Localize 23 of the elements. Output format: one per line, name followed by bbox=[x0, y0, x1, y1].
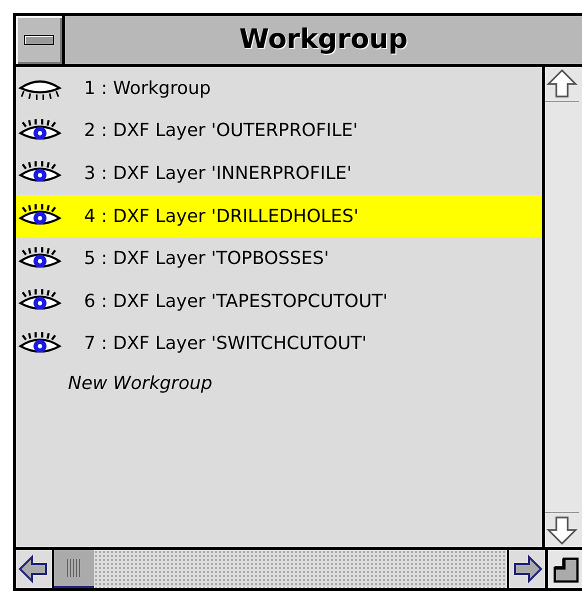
vertical-scrollbar[interactable] bbox=[542, 67, 582, 547]
layer-row[interactable]: 1 : Workgroup bbox=[16, 67, 542, 110]
layer-label: 6 : DXF Layer 'TAPESTOPCUTOUT' bbox=[84, 290, 388, 312]
layer-row[interactable]: 3 : DXF Layer 'INNERPROFILE' bbox=[16, 152, 542, 195]
layer-row[interactable]: 7 : DXF Layer 'SWITCHCUTOUT' bbox=[16, 322, 542, 366]
close-button[interactable] bbox=[16, 16, 65, 64]
layer-row[interactable]: 6 : DXF Layer 'TAPESTOPCUTOUT' bbox=[16, 280, 542, 323]
horizontal-scrollbar[interactable] bbox=[16, 550, 545, 588]
layer-label: 3 : DXF Layer 'INNERPROFILE' bbox=[84, 162, 352, 184]
layer-label: 2 : DXF Layer 'OUTERPROFILE' bbox=[84, 120, 358, 142]
window-title: Workgroup bbox=[238, 23, 409, 57]
layer-label: 7 : DXF Layer 'SWITCHCUTOUT' bbox=[84, 333, 367, 354]
new-workgroup-item[interactable]: New Workgroup bbox=[68, 373, 212, 394]
layer-row[interactable]: 4 : DXF Layer 'DRILLEDHOLES' bbox=[16, 194, 542, 238]
down-arrow-icon[interactable] bbox=[545, 512, 579, 547]
layer-label: 1 : Workgroup bbox=[84, 78, 211, 99]
layer-label: 5 : DXF Layer 'TOPBOSSES' bbox=[84, 248, 329, 270]
resize-handle-icon[interactable] bbox=[545, 550, 582, 588]
layer-label: 4 : DXF Layer 'DRILLEDHOLES' bbox=[84, 206, 359, 227]
up-arrow-icon[interactable] bbox=[545, 67, 579, 102]
layer-row[interactable]: 2 : DXF Layer 'OUTERPROFILE' bbox=[16, 110, 542, 152]
scroll-thumb[interactable] bbox=[54, 550, 94, 588]
layer-row[interactable]: 5 : DXF Layer 'TOPBOSSES' bbox=[16, 237, 542, 280]
